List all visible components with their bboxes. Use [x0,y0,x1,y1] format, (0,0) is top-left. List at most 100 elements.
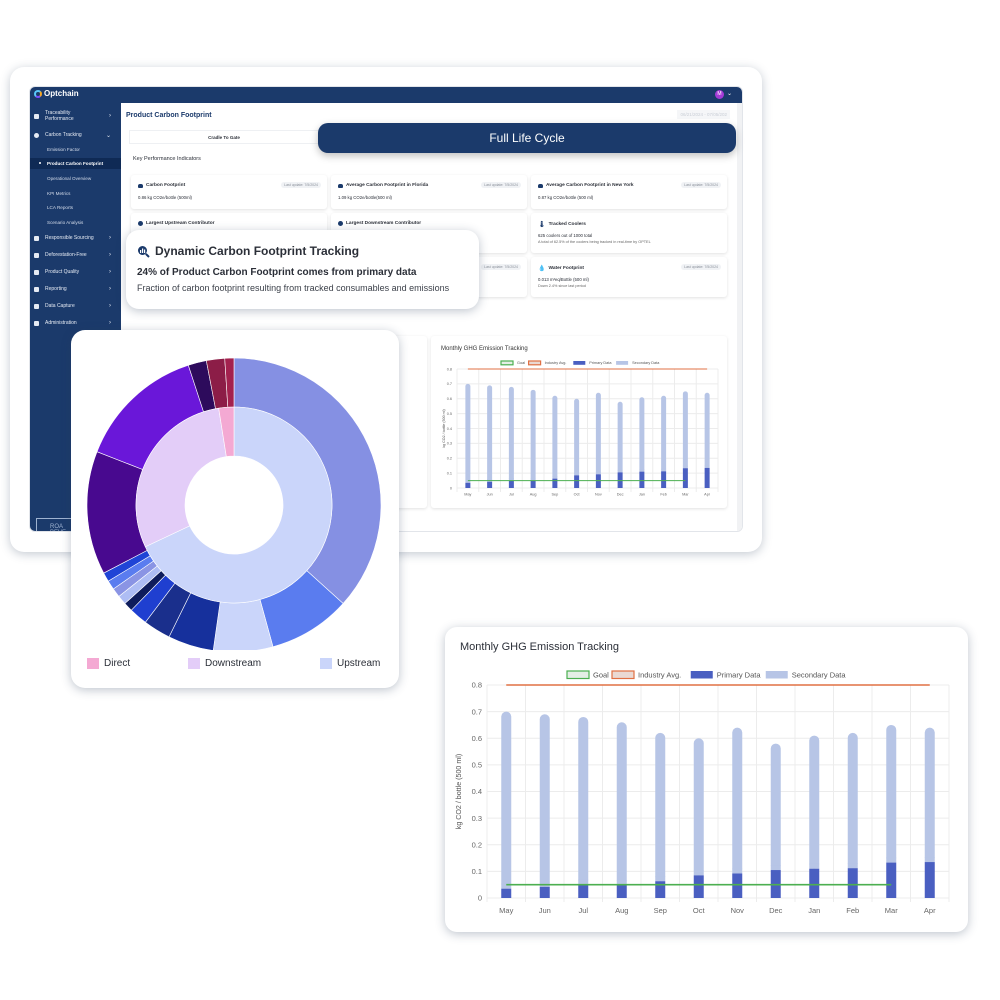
bar-secondary-aug [530,389,536,481]
x-tick-label: Nov [595,493,602,497]
legend-label: Primary Data [589,361,612,365]
tab-full-life-cycle[interactable]: Full Life Cycle [318,123,736,153]
bar-primary-apr [704,467,710,488]
bar-secondary-nov [732,727,743,874]
sidebar-sub-lca-reports[interactable]: LCA Reports [47,205,73,210]
top-bar: Optchain M ⌄ [30,87,742,103]
bar-secondary-jul [508,386,514,481]
bar-secondary-base-dec [770,865,781,871]
last-update-badge: Last update: 7/5/2024 [481,182,521,188]
x-tick-label: Apr [704,493,711,497]
monthly-ghg-chart-card: Monthly GHG Emission Tracking 0 0.1 0.2 0.3… [445,627,968,932]
sidebar-item-carbon-tracking[interactable]: Carbon Tracking ⌄ [30,128,121,142]
bar-secondary-base-nov [732,868,743,874]
y-tick-label: 0.4 [447,427,452,431]
bar-primary-aug [530,480,536,488]
chevron-right-icon: › [109,320,111,326]
bar-secondary-dec [770,743,781,871]
sidebar-item-data-capture[interactable]: Data Capture › [30,299,121,313]
chevron-right-icon: › [109,113,111,119]
kpi-section-title: Key Performance Indicators [133,156,201,162]
sidebar-sub-emission-factor[interactable]: Emission Factor [47,147,80,152]
legend-item-upstream[interactable]: Upstream [320,658,380,669]
bar-primary-apr [924,862,935,898]
bar-secondary-nov [595,392,601,475]
legend-item-downstream[interactable]: Downstream [188,658,261,669]
y-tick-label: 0.5 [447,412,452,416]
bar-secondary-feb [661,395,667,472]
chevron-right-icon: › [109,286,111,292]
sidebar-item-administration[interactable]: Administration › [30,316,121,330]
y-tick-label: 0.6 [472,734,482,743]
bar-primary-mar [682,468,688,488]
donut-chart-card: Direct Downstream Upstream [71,330,399,688]
legend-swatch-upstream [320,658,332,669]
x-tick-label: Jul [578,906,588,915]
tree-icon [34,252,39,258]
sidebar-item-reporting[interactable]: Reporting › [30,282,121,296]
sidebar-item-responsible-sourcing[interactable]: Responsible Sourcing › [30,231,121,245]
last-update-badge: Last update: 7/5/2024 [681,264,721,270]
legend-swatch-industry-avg- [527,360,542,366]
cloud-icon [538,183,543,188]
y-tick-label: 0.7 [472,707,482,716]
sidebar-item-deforestation-free[interactable]: Deforestation-Free › [30,248,121,262]
analytics-search-icon [138,245,150,258]
y-tick-label: 0.7 [447,382,452,386]
sidebar-item-traceability[interactable]: Traceability Performance › [30,107,121,125]
bar-primary-feb [661,471,667,488]
bar-secondary-base-apr [704,465,710,468]
bar-secondary-base-mar [682,465,688,469]
bar-secondary-apr [924,727,935,863]
dynamic-tracking-card: Dynamic Carbon Footprint Tracking 24% of… [126,230,479,309]
brand-logo[interactable]: Optchain [34,89,79,98]
bar-primary-jul [508,480,514,488]
bar-secondary-base-oct [693,870,704,876]
legend-swatch-goal [500,360,514,366]
bar-primary-oct [693,875,704,898]
sidebar-sub-product-carbon-footprint[interactable]: Product Carbon Footprint [30,158,121,169]
bar-primary-sep [552,478,558,488]
x-tick-label: Mar [885,906,898,915]
kpi-card-carbon-footprint: Carbon Footprint Last update: 7/5/2024 0… [131,175,327,209]
bar-secondary-oct [574,398,580,476]
y-tick-label: 0.1 [447,471,452,475]
user-avatar[interactable]: M [715,90,724,99]
bar-secondary-jan [639,397,645,472]
x-tick-label: Nov [731,906,745,915]
date-range-picker[interactable]: 06/21/2024 - 07/05/202 [677,110,730,119]
legend-label: Industry Avg. [638,670,681,679]
legend-swatch-downstream [188,658,200,669]
bar-secondary-base-feb [661,468,667,472]
x-tick-label: Dec [617,493,624,497]
bar-primary-aug [616,885,627,898]
y-tick-label: 0.2 [447,457,452,461]
sidebar-sub-scenario-analysis[interactable]: Scenario Analysis [47,220,83,225]
dynamic-card-headline: 24% of Product Carbon Footprint comes fr… [137,267,417,278]
legend-swatch-primary-data [573,361,586,365]
chevron-right-icon: › [109,303,111,309]
monthly-ghg-chart: 0 0.1 0.2 0.3 0.4 0.5 0.6 0.7 0.8 kg CO2 / bottle… [455,670,950,915]
bar-secondary-base-apr [924,857,935,863]
bar-secondary-jul [578,716,589,885]
sidebar-sub-kpi-metrics[interactable]: KPI Metrics [47,191,70,196]
bar-primary-sep [655,881,666,898]
bar-secondary-base-oct [574,472,580,476]
kpi-value: 625 coolers out of 1000 total [538,233,593,238]
bar-secondary-base-jan [809,863,820,869]
info-icon [138,221,143,226]
legend-item-direct[interactable]: Direct [87,658,130,669]
bar-secondary-base-feb [847,863,858,869]
thermometer-icon: 🌡 [538,222,546,228]
bar-primary-mar [886,862,897,898]
sidebar-sub-operational-overview[interactable]: Operational Overview [47,176,91,181]
tab-cradle-to-gate[interactable]: Cradle To Gate [129,130,319,144]
bar-secondary-base-sep [655,876,666,882]
scrollbar[interactable] [737,103,742,531]
monthly-ghg-chart-small-svg: Monthly GHG Emission Tracking 0 0.1 0.2 0.3 0… [441,346,719,497]
chevron-down-icon[interactable]: ⌄ [727,90,732,97]
y-axis-label: kg CO2 / bottle (500 ml) [442,409,446,447]
y-tick-label: 0.5 [472,761,482,770]
y-tick-label: 0.3 [447,442,452,446]
sidebar-item-product-quality[interactable]: Product Quality › [30,265,121,279]
